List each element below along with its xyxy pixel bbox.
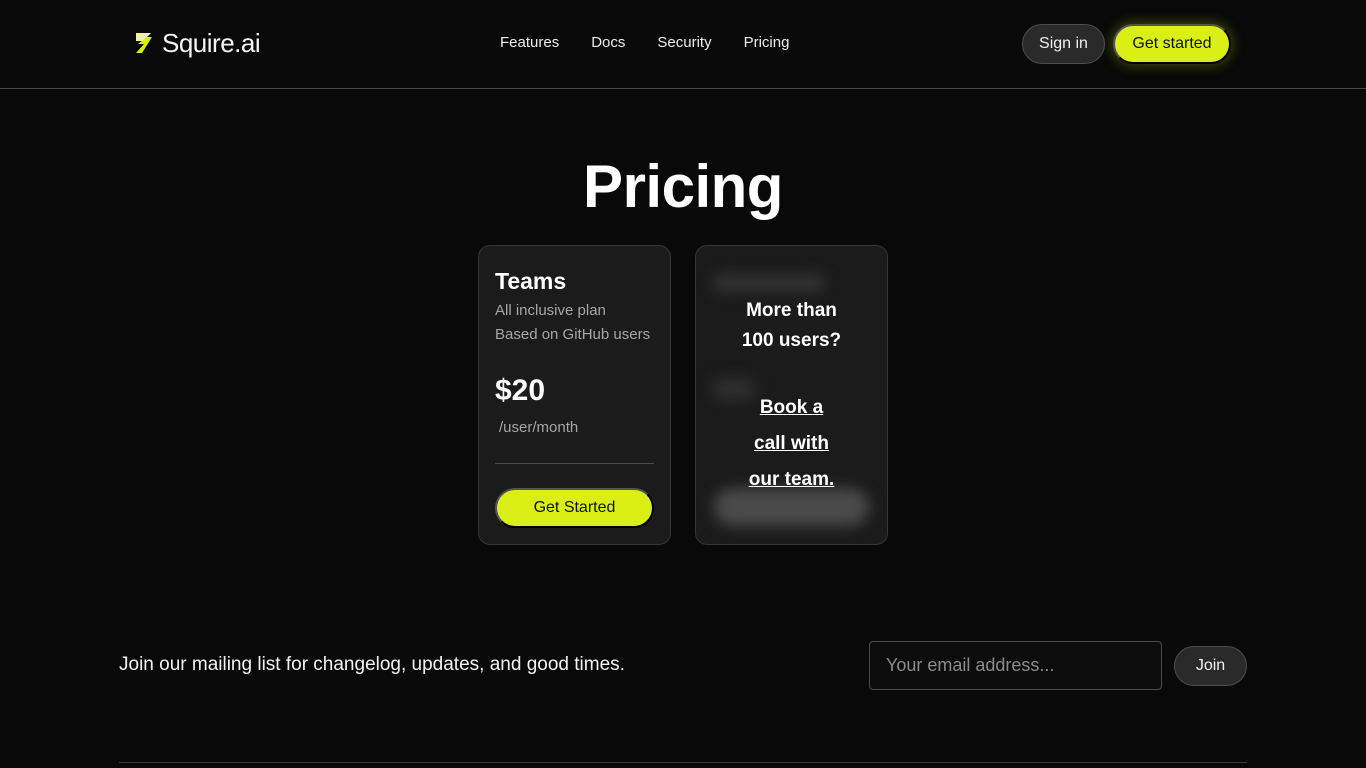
sign-in-button[interactable]: Sign in — [1022, 24, 1105, 64]
plan-price: $20 — [495, 374, 546, 407]
enterprise-plan-card: More than 100 users? Book a call with ou… — [695, 245, 888, 545]
lightning-bolt-icon — [136, 33, 152, 53]
plan-price-unit: /user/month — [499, 419, 579, 436]
get-started-button[interactable]: Get started — [1113, 24, 1231, 64]
footer-divider — [119, 762, 1247, 763]
nav-pricing[interactable]: Pricing — [744, 34, 790, 51]
page-title: Pricing — [583, 153, 783, 220]
site-header: Squire.ai Features Docs Security Pricing… — [0, 0, 1366, 89]
book-call-link[interactable]: Book a call with our team. — [696, 390, 887, 498]
book-call-link-line[interactable]: call with — [696, 426, 887, 462]
email-input[interactable] — [869, 641, 1162, 690]
nav-docs[interactable]: Docs — [591, 34, 625, 51]
main-nav: Features Docs Security Pricing — [500, 34, 789, 51]
book-call-link-line[interactable]: our team. — [696, 462, 887, 498]
teams-plan-card: Teams All inclusive plan Based on GitHub… — [478, 245, 671, 545]
nav-features[interactable]: Features — [500, 34, 559, 51]
enterprise-question-line: More than — [746, 300, 837, 321]
plan-description-basis: Based on GitHub users — [495, 326, 651, 343]
plan-description: All inclusive plan — [495, 302, 606, 319]
brand-name: Squire.ai — [162, 27, 261, 58]
book-call-link-line[interactable]: Book a — [696, 390, 887, 426]
plan-name: Teams — [495, 268, 567, 294]
nav-security[interactable]: Security — [657, 34, 711, 51]
brand-logo[interactable]: Squire.ai — [134, 27, 261, 59]
blurred-placeholder — [714, 274, 824, 292]
enterprise-question: More than 100 users? — [696, 296, 887, 356]
join-button[interactable]: Join — [1174, 646, 1247, 686]
enterprise-question-line: 100 users? — [741, 330, 842, 351]
mailing-list-text: Join our mailing list for changelog, upd… — [119, 654, 625, 675]
card-divider — [495, 463, 654, 464]
teams-get-started-button[interactable]: Get Started — [495, 488, 654, 528]
